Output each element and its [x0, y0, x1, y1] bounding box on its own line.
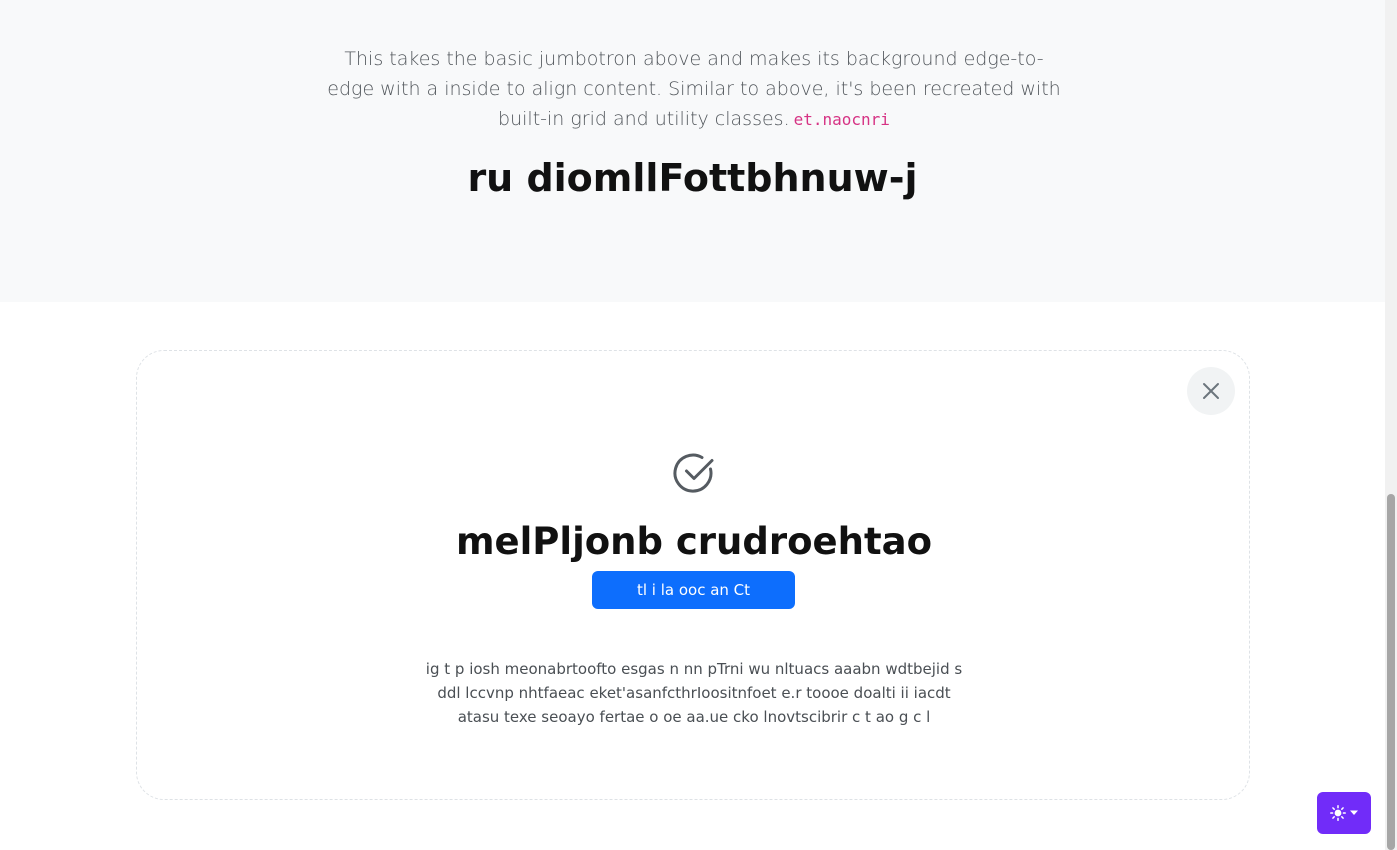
card-description: ig t p iosh meonabrtoofto esgas n nn pTr…: [137, 657, 1251, 729]
card-text-line: ig t p iosh meonabrtoofto esgas n nn pTr…: [425, 660, 963, 678]
check-circle-icon: [673, 453, 714, 493]
card-text-line: ddl lccvnp nhtfaeac eket'asanfcthrIoosit…: [437, 684, 951, 702]
jumbotron-code: et.naocnri: [793, 110, 890, 129]
scrollbar-thumb[interactable]: [1387, 494, 1395, 850]
primary-action-button[interactable]: tl i la ooc an Ct: [592, 571, 795, 609]
card-title: melPljonb crudroehtao: [455, 520, 933, 563]
close-button[interactable]: [1187, 367, 1235, 415]
caret-down-icon: [1350, 810, 1358, 815]
close-icon: [1203, 383, 1219, 399]
jumbotron-lead: This takes the basic jumbotron above and…: [322, 44, 1066, 135]
card-text-line: atasu texe seoayo fertae o oe aa.ue cko …: [457, 708, 931, 726]
dashed-card: melPljonb crudroehtao tl i la ooc an Ct …: [136, 350, 1250, 800]
jumbotron: This takes the basic jumbotron above and…: [0, 0, 1385, 302]
jumbotron-title: ru diomllFottbhnuw-j: [467, 156, 918, 200]
sun-icon: [1330, 805, 1346, 821]
page: This takes the basic jumbotron above and…: [0, 0, 1397, 850]
theme-toggle-button[interactable]: [1317, 792, 1371, 834]
jumbotron-lead-text: This takes the basic jumbotron above and…: [327, 48, 1061, 130]
